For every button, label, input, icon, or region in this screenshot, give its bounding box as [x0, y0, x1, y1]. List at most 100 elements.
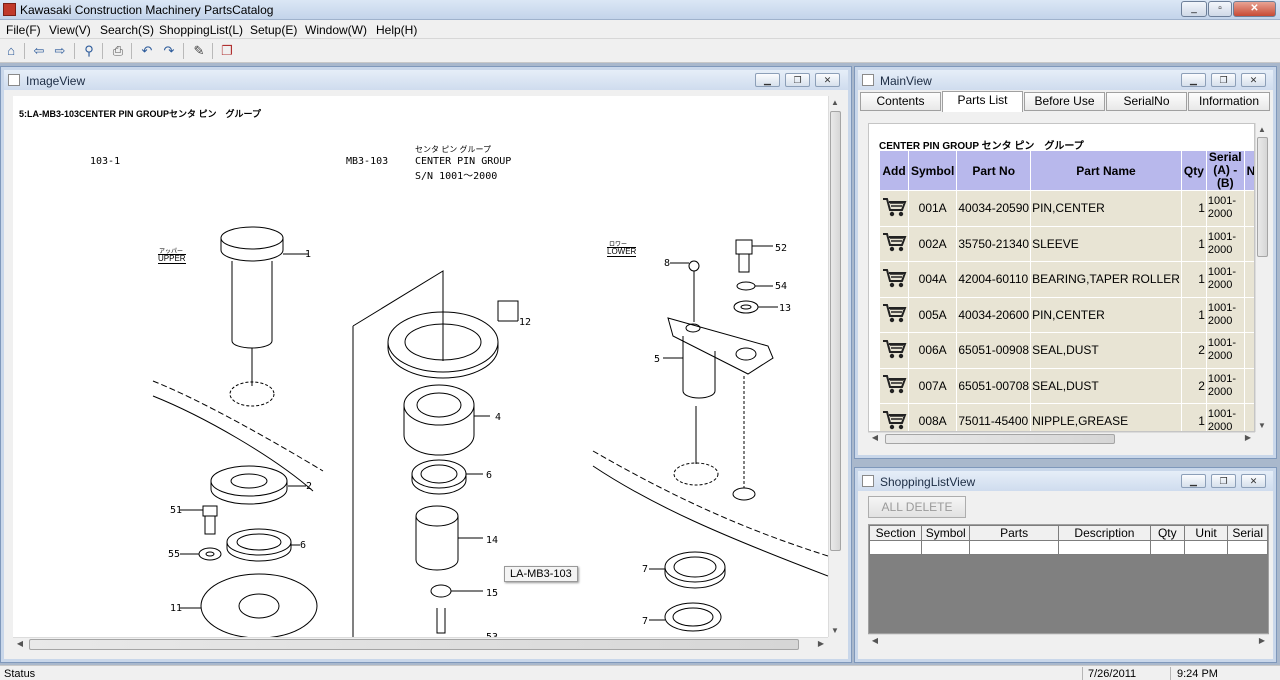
- redo-icon[interactable]: ↷: [160, 42, 178, 60]
- restore-icon[interactable]: ❐: [785, 73, 810, 87]
- cell-serial: 1001-2000: [1205, 403, 1245, 431]
- col-n[interactable]: N: [1243, 150, 1254, 191]
- shopping-list-grid: Section Symbol Parts Description Qty Uni…: [868, 524, 1269, 634]
- callout-55: 55: [168, 549, 180, 560]
- cell-add[interactable]: [879, 296, 909, 333]
- callout-11: 11: [170, 603, 182, 614]
- edit-icon[interactable]: ✎: [190, 42, 208, 60]
- col-part-no[interactable]: Part No: [956, 150, 1032, 191]
- close-icon[interactable]: ✕: [1241, 474, 1266, 488]
- minimize-icon[interactable]: _: [1181, 1, 1207, 17]
- tab-contents[interactable]: Contents: [860, 92, 941, 111]
- minimize-icon[interactable]: ▁: [1181, 474, 1206, 488]
- tab-serialno[interactable]: SerialNo: [1106, 92, 1187, 111]
- cell-add[interactable]: [879, 261, 909, 298]
- col-serial[interactable]: Serial (A) - (B): [1205, 150, 1245, 191]
- cell-part-no: 40034-20590: [956, 190, 1032, 227]
- cell-serial: 1001-2000: [1205, 190, 1245, 227]
- callout-8: 8: [664, 258, 670, 269]
- cell-add[interactable]: [879, 225, 909, 262]
- zoom-icon[interactable]: ⚲: [80, 42, 98, 60]
- image-horizontal-scrollbar[interactable]: ◀ ▶: [13, 637, 828, 651]
- cart-icon[interactable]: [881, 195, 907, 219]
- undo-icon[interactable]: ↶: [138, 42, 156, 60]
- callout-51: 51: [170, 505, 182, 516]
- col-qty[interactable]: Qty: [1180, 150, 1207, 191]
- close-icon[interactable]: ✕: [1233, 1, 1276, 17]
- menu-window[interactable]: Window(W): [305, 23, 367, 37]
- col-unit[interactable]: Unit: [1183, 525, 1229, 541]
- col-add[interactable]: Add: [879, 150, 909, 191]
- parts-vertical-scrollbar[interactable]: ▲ ▼: [1255, 123, 1269, 432]
- col-symbol[interactable]: Symbol: [921, 525, 971, 541]
- parts-drawing[interactable]: 5:LA-MB3-103CENTER PIN GROUPセンタ ピン グループ …: [13, 96, 828, 637]
- callout-52: 52: [775, 243, 787, 254]
- window-icon: [862, 475, 874, 487]
- table-row[interactable]: 005A 40034-20600 PIN,CENTER 1 1001-2000: [879, 296, 1254, 333]
- cart-icon[interactable]: [881, 408, 907, 431]
- tab-information[interactable]: Information: [1188, 92, 1270, 111]
- cart-icon[interactable]: [881, 301, 907, 325]
- parts-horizontal-scrollbar[interactable]: ◀ ▶: [868, 432, 1255, 445]
- table-row[interactable]: 007A 65051-00708 SEAL,DUST 2 1001-2000: [879, 367, 1254, 404]
- minimize-icon[interactable]: ▁: [755, 73, 780, 87]
- close-icon[interactable]: ✕: [815, 73, 840, 87]
- table-row[interactable]: 006A 65051-00908 SEAL,DUST 2 1001-2000: [879, 332, 1254, 369]
- toolbar: ⌂ ⇦ ⇨ ⚲ ⎙ ↶ ↷ ✎ ❐: [0, 39, 1280, 63]
- scroll-thumb[interactable]: [29, 639, 799, 650]
- cell-part-no: 75011-45400: [956, 403, 1032, 431]
- cell-serial: 1001-2000: [1205, 367, 1245, 404]
- scroll-thumb[interactable]: [830, 111, 841, 551]
- menu-setup[interactable]: Setup(E): [250, 23, 297, 37]
- col-section[interactable]: Section: [869, 525, 923, 541]
- cart-icon[interactable]: [881, 230, 907, 254]
- col-serial[interactable]: Serial: [1227, 525, 1268, 541]
- minimize-icon[interactable]: ▁: [1181, 73, 1206, 87]
- maximize-icon[interactable]: ▫: [1208, 1, 1232, 17]
- tab-before-use[interactable]: Before Use: [1024, 92, 1105, 111]
- shopping-list-empty-row[interactable]: [869, 540, 1268, 555]
- forward-icon[interactable]: ⇨: [51, 42, 69, 60]
- table-row[interactable]: 008A 75011-45400 NIPPLE,GREASE 1 1001-2000: [879, 403, 1254, 431]
- shopping-horizontal-scrollbar[interactable]: ◀ ▶: [868, 634, 1269, 648]
- cell-qty: 1: [1180, 190, 1207, 227]
- all-delete-button[interactable]: ALL DELETE: [868, 496, 966, 518]
- restore-icon[interactable]: ❐: [1211, 73, 1236, 87]
- col-symbol[interactable]: Symbol: [907, 150, 958, 191]
- menu-shoppinglist[interactable]: ShoppingList(L): [159, 23, 243, 37]
- scroll-thumb[interactable]: [1257, 137, 1268, 257]
- cell-add[interactable]: [879, 403, 909, 431]
- status-date: 7/26/2011: [1088, 668, 1137, 680]
- image-vertical-scrollbar[interactable]: ▲ ▼: [828, 96, 842, 637]
- scroll-thumb[interactable]: [885, 434, 1115, 444]
- cart-icon[interactable]: [881, 337, 907, 361]
- col-part-name[interactable]: Part Name: [1030, 150, 1182, 191]
- menu-help[interactable]: Help(H): [376, 23, 417, 37]
- table-row[interactable]: 002A 35750-21340 SLEEVE 1 1001-2000: [879, 225, 1254, 262]
- cell-part-name: PIN,CENTER: [1030, 190, 1182, 227]
- col-qty[interactable]: Qty: [1149, 525, 1185, 541]
- status-time: 9:24 PM: [1177, 668, 1218, 680]
- cell-add[interactable]: [879, 367, 909, 404]
- back-icon[interactable]: ⇦: [30, 42, 48, 60]
- print-icon[interactable]: ⎙: [109, 42, 127, 60]
- cart-icon[interactable]: [881, 372, 907, 396]
- cell-qty: 1: [1180, 403, 1207, 431]
- new-window-icon[interactable]: ❐: [218, 42, 236, 60]
- menu-file[interactable]: File(F): [6, 23, 41, 37]
- home-icon[interactable]: ⌂: [2, 42, 20, 60]
- cart-icon[interactable]: [881, 266, 907, 290]
- cell-part-name: SEAL,DUST: [1030, 332, 1182, 369]
- menu-view[interactable]: View(V): [49, 23, 91, 37]
- close-icon[interactable]: ✕: [1241, 73, 1266, 87]
- col-parts[interactable]: Parts: [969, 525, 1060, 541]
- col-description[interactable]: Description: [1058, 525, 1151, 541]
- tab-parts-list[interactable]: Parts List: [942, 91, 1023, 112]
- restore-icon[interactable]: ❐: [1211, 474, 1236, 488]
- cell-add[interactable]: [879, 190, 909, 227]
- cell-part-name: PIN,CENTER: [1030, 296, 1182, 333]
- menu-search[interactable]: Search(S): [100, 23, 154, 37]
- table-row[interactable]: 001A 40034-20590 PIN,CENTER 1 1001-2000: [879, 190, 1254, 227]
- table-row[interactable]: 004A 42004-60110 BEARING,TAPER ROLLER 1 1001…: [879, 261, 1254, 298]
- cell-add[interactable]: [879, 332, 909, 369]
